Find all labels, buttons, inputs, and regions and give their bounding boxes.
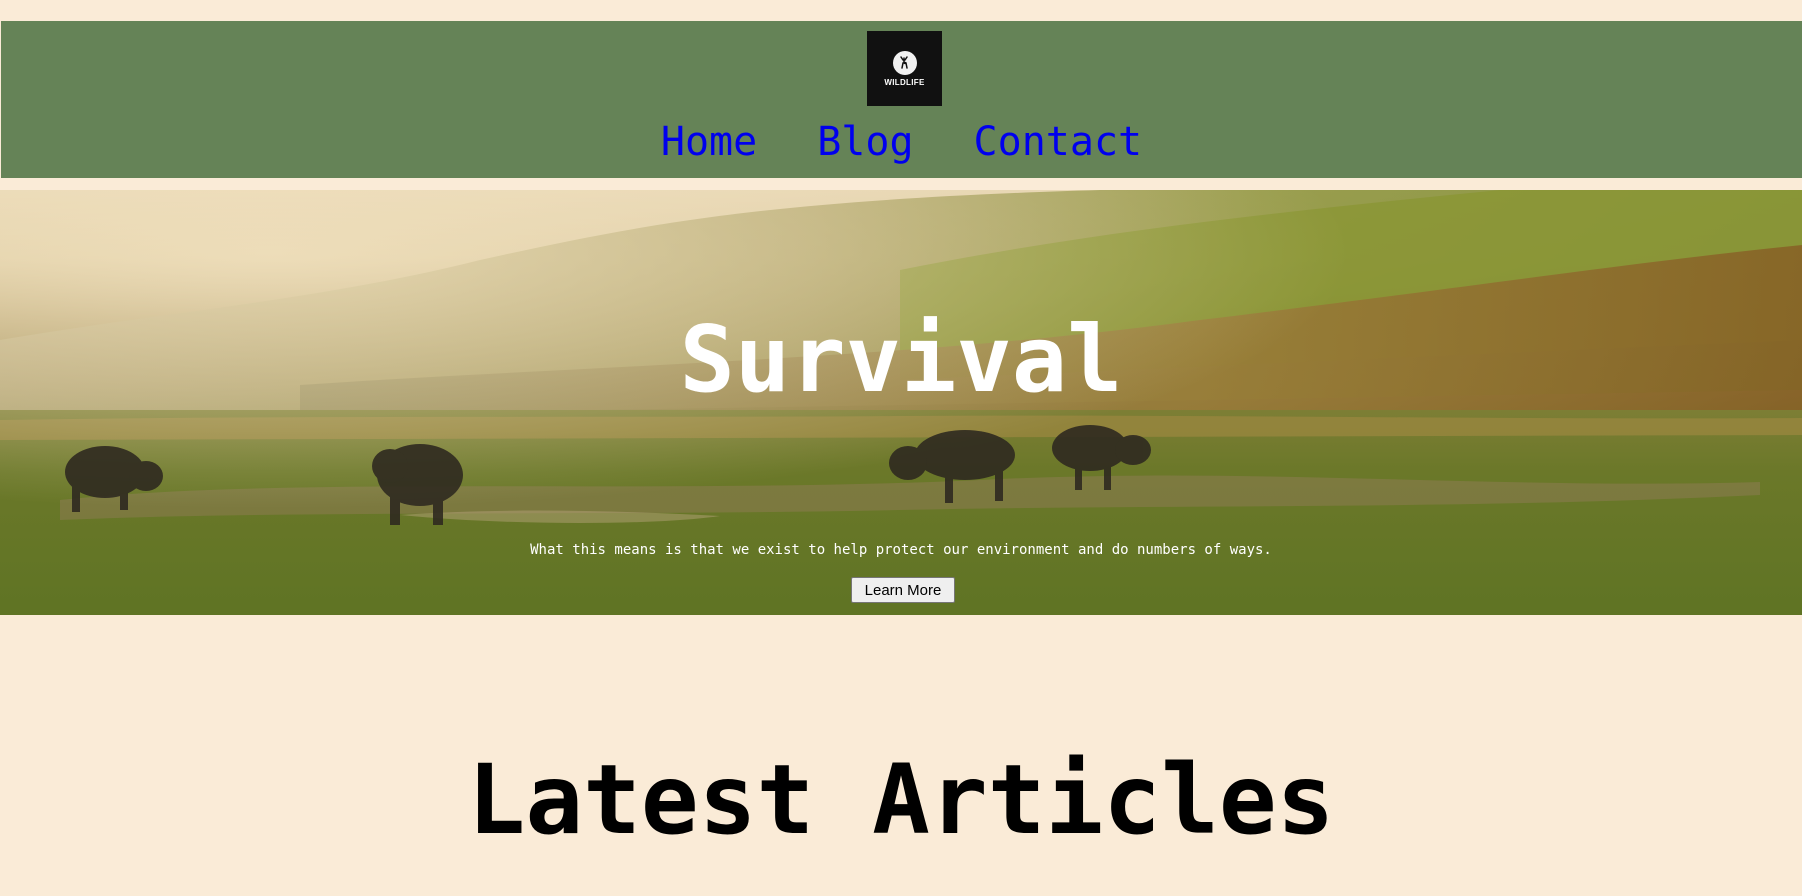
nav-blog-link[interactable]: Blog: [817, 118, 913, 166]
latest-articles-heading: Latest Articles: [467, 744, 1335, 856]
wildlife-logo[interactable]: WILDLIFE: [867, 31, 942, 106]
site-header: WILDLIFE Home Blog Contact: [1, 21, 1802, 178]
hero-section: Survival What this means is that we exis…: [0, 190, 1802, 615]
hero-description: What this means is that we exist to help…: [530, 542, 1272, 558]
nav-contact-link[interactable]: Contact: [974, 118, 1143, 166]
logo-text: WILDLIFE: [884, 77, 925, 87]
nav-home-link[interactable]: Home: [661, 118, 757, 166]
deer-icon: [892, 50, 917, 75]
learn-more-button[interactable]: Learn More: [851, 577, 955, 603]
main-nav: Home Blog Contact: [1, 118, 1802, 166]
hero-title: Survival: [679, 306, 1123, 413]
